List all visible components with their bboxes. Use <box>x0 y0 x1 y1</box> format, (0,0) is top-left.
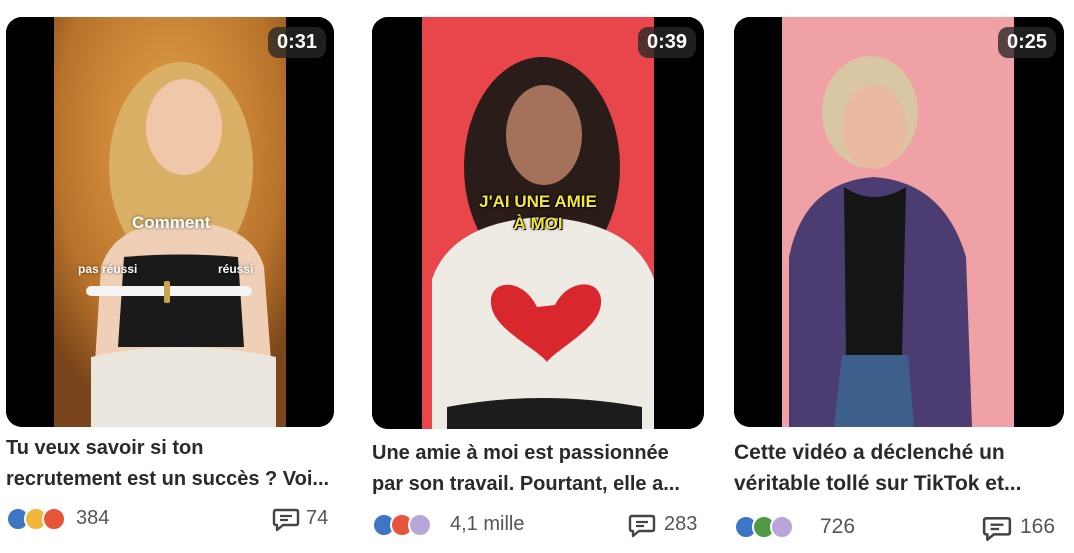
reactions-summary[interactable]: 726 <box>734 513 934 541</box>
comment-count: 283 <box>664 513 698 535</box>
letterbox-right <box>286 17 334 427</box>
video-card-2[interactable]: J'AI UNE AMIE À MOI 0:39 Une amie à moi … <box>372 17 704 538</box>
comment-count: 166 <box>1020 515 1056 538</box>
video-duration-badge: 0:39 <box>637 27 696 58</box>
reactions-summary[interactable]: 384 <box>6 505 206 533</box>
reaction-count: 384 <box>76 507 110 529</box>
video-title-line-1: Cette vidéo a déclenché un <box>734 441 1005 464</box>
reaction-count: 4,1 mille <box>450 513 525 535</box>
letterbox-right <box>654 17 704 429</box>
comment-icon <box>628 514 656 538</box>
overlay-right-label: réussi <box>218 262 254 276</box>
overlay-left-label: pas réussi <box>78 262 138 276</box>
social-counts: 4,1 mille 283 <box>372 511 704 541</box>
letterbox-left <box>6 17 54 427</box>
video-thumbnail[interactable]: 0:25 <box>734 17 1064 427</box>
comment-icon <box>272 508 300 532</box>
comments-summary[interactable]: 74 <box>272 505 334 533</box>
video-duration-badge: 0:31 <box>267 27 326 58</box>
reactions-summary[interactable]: 4,1 mille <box>372 511 572 539</box>
social-counts: 726 166 <box>734 513 1064 543</box>
video-title-line-2: recrutement est un succès ? Voi... <box>6 468 330 490</box>
video-thumbnail[interactable]: J'AI UNE AMIE À MOI 0:39 <box>372 17 704 429</box>
video-title[interactable]: Une amie à moi est passionnée par son tr… <box>372 438 680 500</box>
video-duration-badge: 0:25 <box>997 27 1056 58</box>
social-counts: 384 74 <box>6 505 334 535</box>
letterbox-right <box>1014 17 1064 427</box>
video-title-line-2: véritable tollé sur TikTok et... <box>734 472 1022 495</box>
comments-summary[interactable]: 283 <box>628 511 704 539</box>
support-icon <box>770 515 794 539</box>
video-thumbnail[interactable]: Comment pas réussi réussi 0:31 <box>6 17 334 427</box>
subtitle-line-2: À MOI <box>513 214 563 233</box>
video-title-line-2: par son travail. Pourtant, elle a... <box>372 473 680 495</box>
overlay-word: Comment <box>132 213 211 232</box>
love-icon <box>42 507 66 531</box>
comment-count: 74 <box>306 507 329 529</box>
video-title[interactable]: Tu veux savoir si ton recrutement est un… <box>6 433 329 495</box>
video-title[interactable]: Cette vidéo a déclenché un véritable tol… <box>734 437 1021 499</box>
letterbox-left <box>734 17 782 427</box>
video-title-line-1: Tu veux savoir si ton <box>6 437 204 459</box>
letterbox-left <box>372 17 422 429</box>
reaction-count: 726 <box>820 515 856 538</box>
subtitle-line-1: J'AI UNE AMIE <box>479 192 597 211</box>
comments-summary[interactable]: 166 <box>982 513 1064 541</box>
comment-icon <box>982 516 1012 541</box>
video-card-3[interactable]: 0:25 Cette vidéo a déclenché un véritabl… <box>734 17 1064 545</box>
support-icon <box>408 513 432 537</box>
video-card-1[interactable]: Comment pas réussi réussi 0:31 Tu veux s… <box>6 17 334 537</box>
video-title-line-1: Une amie à moi est passionnée <box>372 442 669 464</box>
